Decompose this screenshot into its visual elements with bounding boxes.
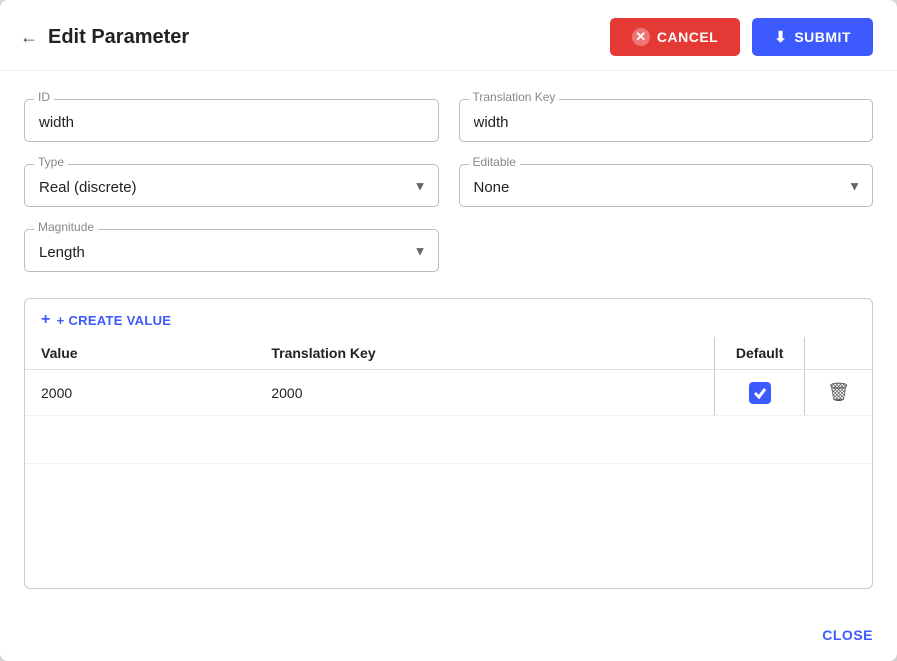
editable-field: Editable None Always On creation ▼ bbox=[459, 164, 874, 207]
type-select[interactable]: Real (discrete) Integer String Boolean bbox=[24, 164, 439, 207]
default-checkbox[interactable] bbox=[749, 382, 771, 404]
translation-key-input[interactable] bbox=[459, 99, 874, 142]
translation-key-column-header: Translation Key bbox=[255, 337, 714, 370]
row-default-cell bbox=[715, 370, 805, 416]
edit-parameter-dialog: ← Edit Parameter ✕ CANCEL ⬇ SUBMIT ID Tr… bbox=[0, 0, 897, 661]
close-button[interactable]: CLOSE bbox=[822, 623, 873, 647]
magnitude-row: Magnitude Length Area Volume Angle ▼ bbox=[24, 229, 873, 272]
row-translation-key: 2000 bbox=[255, 370, 714, 416]
create-value-button[interactable]: + + CREATE VALUE bbox=[25, 299, 187, 337]
cancel-x-icon: ✕ bbox=[632, 28, 650, 46]
header-left: ← Edit Parameter bbox=[20, 26, 189, 49]
delete-row-button[interactable]: 🗑 bbox=[821, 380, 856, 405]
magnitude-select[interactable]: Length Area Volume Angle bbox=[24, 229, 439, 272]
editable-select[interactable]: None Always On creation bbox=[459, 164, 874, 207]
magnitude-label: Magnitude bbox=[34, 220, 98, 234]
value-column-header: Value bbox=[25, 337, 255, 370]
row-actions-cell: 🗑 bbox=[805, 370, 872, 416]
type-editable-row: Type Real (discrete) Integer String Bool… bbox=[24, 164, 873, 207]
submit-button[interactable]: ⬇ SUBMIT bbox=[752, 18, 873, 56]
header-actions: ✕ CANCEL ⬇ SUBMIT bbox=[610, 18, 873, 56]
type-label: Type bbox=[34, 155, 68, 169]
dialog-body: ID Translation Key Type Real (discrete) … bbox=[0, 71, 897, 613]
editable-select-wrapper: None Always On creation ▼ bbox=[459, 164, 874, 207]
id-input[interactable] bbox=[24, 99, 439, 142]
create-value-label: + CREATE VALUE bbox=[57, 313, 172, 328]
table-header-row: Value Translation Key Default bbox=[25, 337, 872, 370]
values-table: Value Translation Key Default 2000 2000 bbox=[25, 337, 872, 464]
table-row: 2000 2000 🗑 bbox=[25, 370, 872, 416]
dialog-header: ← Edit Parameter ✕ CANCEL ⬇ SUBMIT bbox=[0, 0, 897, 71]
editable-label: Editable bbox=[469, 155, 520, 169]
values-section: + + CREATE VALUE Value Translation Key D… bbox=[24, 298, 873, 589]
id-field: ID bbox=[24, 99, 439, 142]
translation-key-label: Translation Key bbox=[469, 90, 560, 104]
submit-icon: ⬇ bbox=[774, 28, 787, 46]
translation-key-field: Translation Key bbox=[459, 99, 874, 142]
cancel-label: CANCEL bbox=[657, 29, 718, 45]
dialog-footer: CLOSE bbox=[0, 613, 897, 661]
plus-icon: + bbox=[41, 311, 51, 329]
id-label: ID bbox=[34, 90, 54, 104]
type-field: Type Real (discrete) Integer String Bool… bbox=[24, 164, 439, 207]
magnitude-select-wrapper: Length Area Volume Angle ▼ bbox=[24, 229, 439, 272]
row-value: 2000 bbox=[25, 370, 255, 416]
submit-label: SUBMIT bbox=[794, 29, 851, 45]
actions-column-header bbox=[805, 337, 872, 370]
id-translation-row: ID Translation Key bbox=[24, 99, 873, 142]
cancel-button[interactable]: ✕ CANCEL bbox=[610, 18, 740, 56]
page-title: Edit Parameter bbox=[48, 26, 189, 49]
back-arrow-icon[interactable]: ← bbox=[20, 27, 38, 48]
type-select-wrapper: Real (discrete) Integer String Boolean ▼ bbox=[24, 164, 439, 207]
magnitude-field: Magnitude Length Area Volume Angle ▼ bbox=[24, 229, 439, 272]
default-column-header: Default bbox=[715, 337, 805, 370]
empty-table-row bbox=[25, 416, 872, 464]
